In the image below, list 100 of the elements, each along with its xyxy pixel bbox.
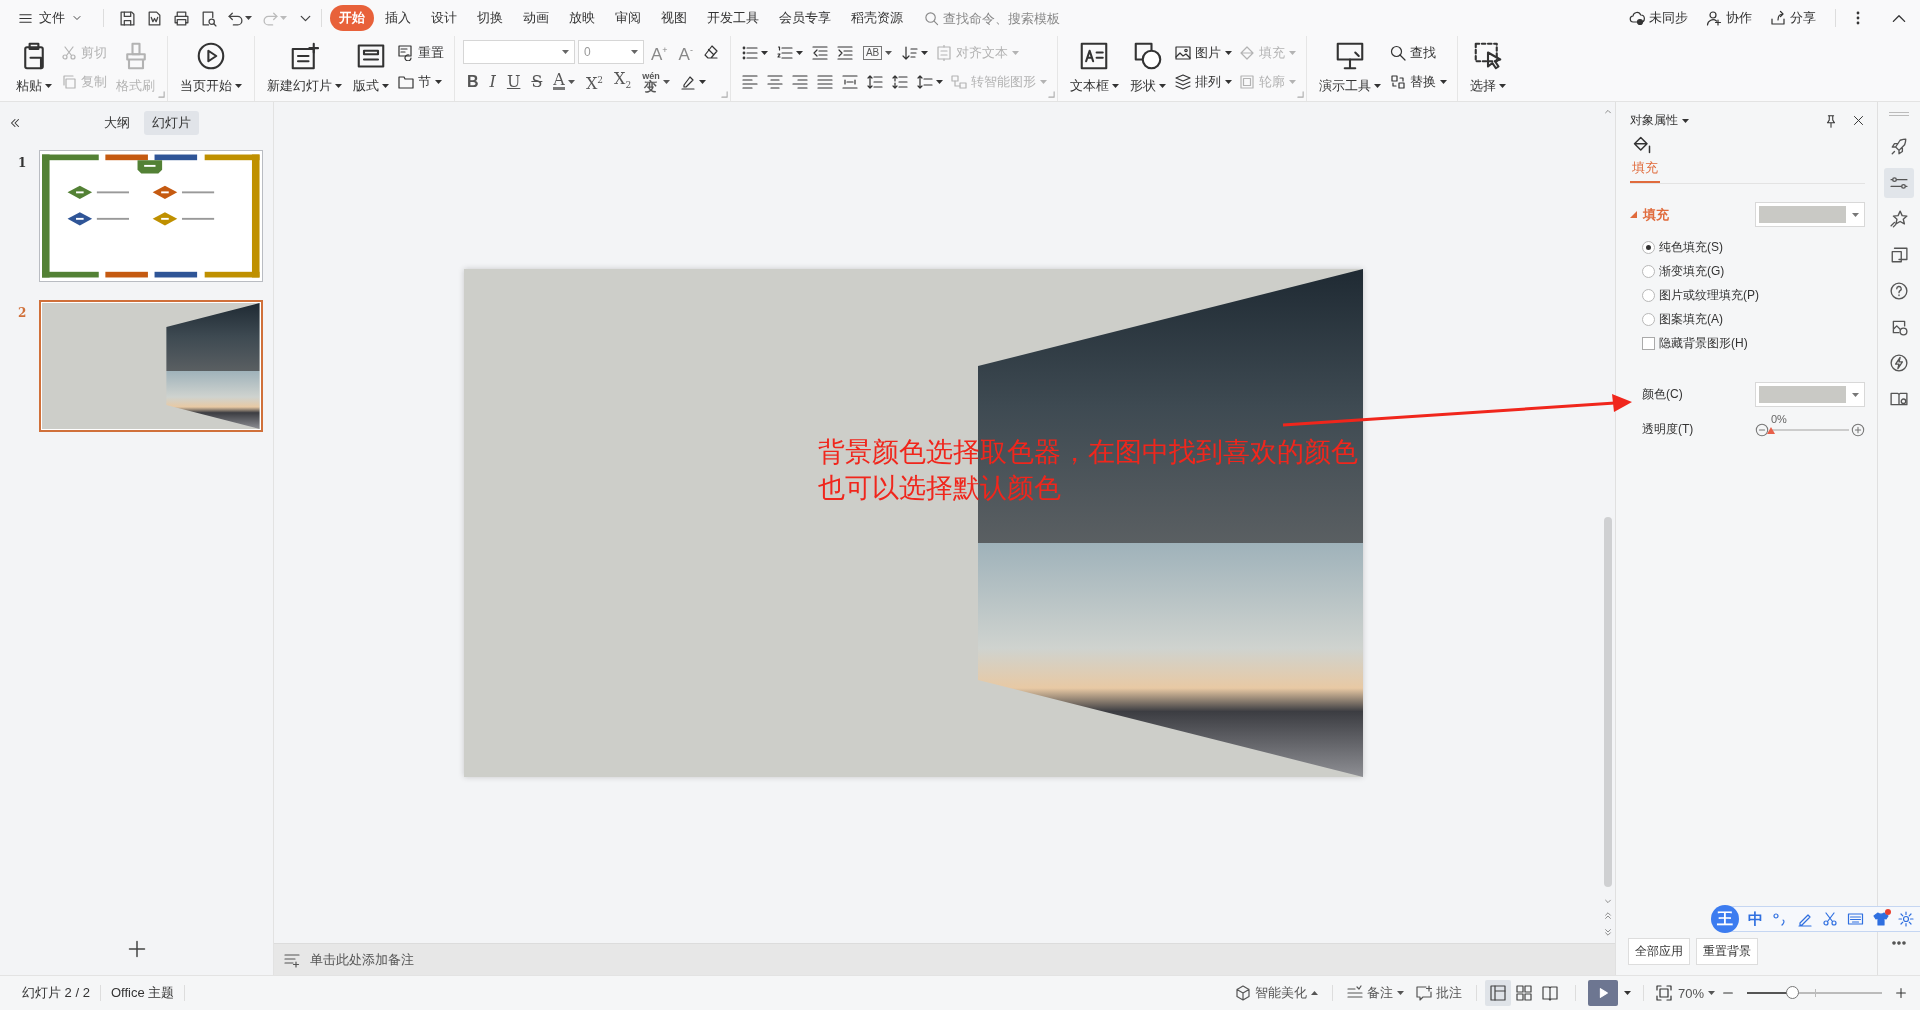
- zoom-slider[interactable]: [1747, 986, 1882, 1000]
- close-icon[interactable]: [1852, 114, 1865, 127]
- ribbon-tab[interactable]: 动画: [514, 5, 558, 31]
- beautify-button[interactable]: 智能美化: [1228, 981, 1324, 1005]
- fit-window-icon[interactable]: [1655, 985, 1672, 1001]
- view-button[interactable]: [1484, 980, 1511, 1006]
- bold-button[interactable]: B: [463, 71, 483, 92]
- caret-icon: [1288, 50, 1296, 55]
- text-box-button[interactable]: 文本框: [1065, 38, 1123, 97]
- ribbon-tab[interactable]: 视图: [652, 5, 696, 31]
- slideshow-play-button[interactable]: [1587, 980, 1618, 1006]
- ribbon-tab[interactable]: 审阅: [606, 5, 650, 31]
- decrease-font-size-button[interactable]: A$^{-}$: [674, 40, 697, 65]
- radio-option[interactable]: 图案填充(A): [1642, 311, 1877, 328]
- new-slide-button[interactable]: 新建幻灯片: [263, 38, 346, 97]
- caret-icon: [631, 50, 638, 55]
- zoom-in-icon[interactable]: [1894, 986, 1908, 1000]
- settings-icon[interactable]: [1898, 911, 1914, 927]
- ime-logo[interactable]: 王: [1711, 905, 1739, 933]
- section-button[interactable]: 节: [396, 71, 444, 94]
- minus-circle-icon[interactable]: [1755, 422, 1769, 437]
- collapse-panel-icon[interactable]: [8, 116, 22, 130]
- scissors-icon: [61, 44, 77, 61]
- ribbon-tab[interactable]: 稻壳资源: [842, 5, 912, 31]
- caret-icon: [280, 16, 287, 20]
- ime-mode-button[interactable]: 中: [1748, 909, 1763, 929]
- panel-tab[interactable]: 幻灯片: [144, 111, 199, 135]
- panel-button[interactable]: 全部应用: [1628, 938, 1690, 965]
- radio-option[interactable]: 纯色填充(S): [1642, 239, 1877, 256]
- align-center-icon: [766, 74, 783, 91]
- share-button[interactable]: 分享: [1765, 6, 1821, 30]
- align-right-icon: [791, 74, 808, 91]
- plus-circle-icon[interactable]: [1851, 422, 1865, 437]
- italic-button[interactable]: I: [485, 71, 500, 92]
- superscript-button[interactable]: X$^{2}$: [581, 69, 608, 94]
- bulleted-list-icon: [741, 44, 758, 61]
- person-plus-icon: [1706, 10, 1722, 26]
- increase-font-size-button[interactable]: A$^{+}$: [647, 40, 672, 65]
- layout-button[interactable]: 版式: [349, 38, 393, 97]
- shirt-icon[interactable]: [1873, 911, 1889, 927]
- notes-button[interactable]: 备注: [1340, 981, 1410, 1005]
- caret-icon: [1373, 84, 1381, 88]
- play-from-current-button[interactable]: 当页开始: [176, 38, 246, 97]
- collaborate-button[interactable]: 协作: [1701, 6, 1757, 30]
- ribbon-tab[interactable]: 放映: [560, 5, 604, 31]
- caret-icon: [1498, 84, 1506, 88]
- picture-button[interactable]: 图片: [1172, 41, 1234, 64]
- keyboard-icon[interactable]: [1847, 911, 1864, 927]
- ribbon-tab[interactable]: 设计: [422, 5, 466, 31]
- presentation-tools-button[interactable]: 演示工具: [1314, 38, 1385, 97]
- caret-icon: [662, 79, 670, 84]
- ribbon-tab[interactable]: 开发工具: [698, 5, 768, 31]
- slideshow-icon: [1890, 246, 1908, 264]
- panel-tab[interactable]: 大纲: [96, 111, 138, 135]
- previous-slide-icon[interactable]: [1603, 911, 1612, 921]
- checkbox-option[interactable]: 隐藏背景图形(H): [1642, 335, 1877, 352]
- new-slide-icon: [290, 42, 319, 70]
- phonetic-guide-button[interactable]: wén 变: [638, 70, 674, 93]
- font-color-button[interactable]: A: [549, 72, 579, 92]
- next-slide-icon[interactable]: [1603, 927, 1612, 937]
- comments-button[interactable]: 批注: [1409, 981, 1468, 1005]
- pin-icon[interactable]: [1824, 113, 1838, 128]
- file-menu-button[interactable]: 文件: [12, 5, 89, 31]
- shapes-button[interactable]: 形状: [1125, 38, 1170, 97]
- radio-option[interactable]: 渐变填充(G): [1642, 263, 1877, 280]
- slider-thumb[interactable]: [1767, 426, 1775, 434]
- star-icon: [1890, 210, 1908, 228]
- sync-status-button[interactable]: 未同步: [1624, 6, 1693, 30]
- add-slide-icon[interactable]: [126, 939, 147, 959]
- find-button[interactable]: 查找: [1387, 41, 1438, 64]
- ribbon-tab[interactable]: 切换: [468, 5, 512, 31]
- color-dropdown[interactable]: [1755, 382, 1865, 407]
- caret-icon: [435, 80, 442, 85]
- panel-button[interactable]: 重置背景: [1696, 938, 1758, 965]
- align-left-icon: [741, 74, 758, 91]
- reset-button[interactable]: 重置: [396, 41, 446, 64]
- scrollbar-thumb[interactable]: [1603, 517, 1612, 887]
- font-name-field[interactable]: [463, 40, 575, 65]
- punctuation-icon[interactable]: [1772, 911, 1788, 927]
- caret-icon: [1682, 118, 1689, 123]
- fill-color-dropdown[interactable]: [1755, 202, 1865, 227]
- paste-button[interactable]: 粘贴: [12, 38, 56, 97]
- notes-icon: [284, 951, 300, 968]
- search-field[interactable]: 查找命令、搜索模板: [943, 10, 1083, 26]
- side-tool-button[interactable]: [1884, 168, 1914, 198]
- zoom-dropdown[interactable]: 70%: [1671, 982, 1721, 1004]
- radio-option[interactable]: 图片或纹理填充(P): [1642, 287, 1877, 304]
- drag-handle[interactable]: [1889, 112, 1909, 116]
- ribbon-tab[interactable]: 插入: [376, 5, 420, 31]
- ribbon-tab[interactable]: 会员专享: [770, 5, 840, 31]
- arrange-button[interactable]: 排列: [1172, 71, 1234, 94]
- underline-button[interactable]: U: [502, 71, 525, 92]
- select-button[interactable]: 选择: [1465, 38, 1510, 97]
- subscript-button[interactable]: X$_{2}$: [610, 68, 636, 95]
- zoom-slider-thumb[interactable]: [1785, 986, 1799, 999]
- notes-placeholder[interactable]: 单击此处添加备注: [310, 950, 414, 969]
- replace-button[interactable]: 替换: [1387, 71, 1449, 94]
- scissors-icon[interactable]: [1822, 911, 1838, 927]
- text-direction-button[interactable]: AB: [858, 44, 897, 61]
- strikethrough-button[interactable]: S: [527, 71, 547, 92]
